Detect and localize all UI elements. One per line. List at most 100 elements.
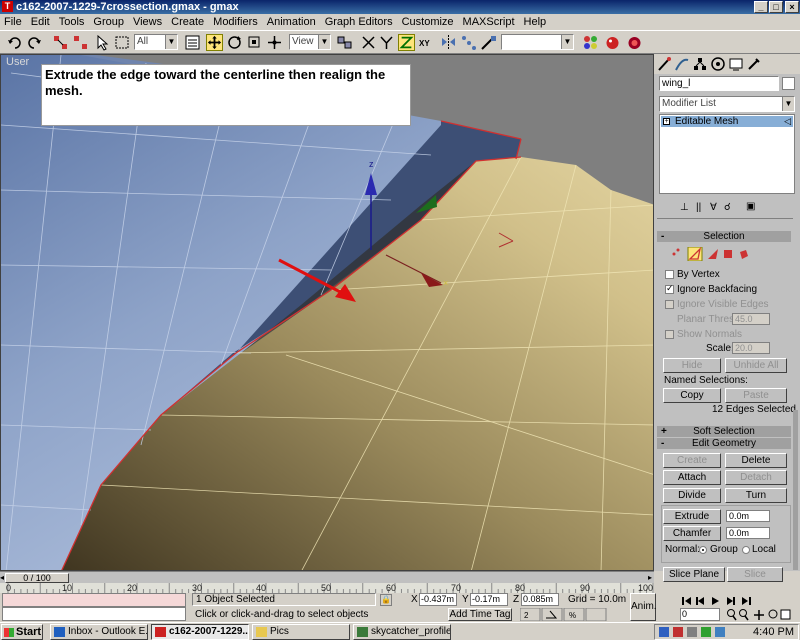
- lock-selection-icon[interactable]: 🔒: [380, 594, 392, 606]
- paste-button[interactable]: Paste: [725, 388, 787, 403]
- menu-create[interactable]: Create: [171, 16, 204, 28]
- time-slider[interactable]: 0 / 100 ◂ ▸: [0, 571, 654, 583]
- menu-modifiers[interactable]: Modifiers: [213, 16, 258, 28]
- undo-icon[interactable]: [6, 34, 23, 51]
- select-and-rotate-icon[interactable]: [226, 34, 243, 51]
- pin-stack-icon[interactable]: ⊥: [680, 202, 689, 213]
- select-by-name-icon[interactable]: [184, 34, 201, 51]
- mirror-icon[interactable]: [440, 34, 457, 51]
- minimize-button[interactable]: _: [754, 1, 768, 13]
- show-end-result-icon[interactable]: ||: [696, 202, 701, 213]
- y-coord-field[interactable]: -0.17m: [470, 593, 508, 606]
- create-tab-icon[interactable]: [656, 56, 672, 72]
- unlink-selection-icon[interactable]: [72, 34, 89, 51]
- normal-group-radio[interactable]: [699, 546, 707, 554]
- menu-views[interactable]: Views: [133, 16, 162, 28]
- redo-icon[interactable]: [26, 34, 43, 51]
- restrict-to-z-icon[interactable]: [398, 34, 415, 51]
- anim-mode-toggle[interactable]: Anim.: [630, 593, 657, 621]
- stack-item-editable-mesh[interactable]: + Editable Mesh ◁: [661, 116, 793, 127]
- x-coord-field[interactable]: -0.437m: [419, 593, 457, 606]
- taskbar-item-pics[interactable]: Pics: [252, 624, 350, 640]
- object-color-swatch[interactable]: [782, 77, 795, 90]
- selection-filter-dropdown[interactable]: All ▼: [134, 34, 178, 50]
- expand-plus-icon[interactable]: +: [663, 118, 670, 125]
- menu-graph-editors[interactable]: Graph Editors: [325, 16, 393, 28]
- create-button[interactable]: Create: [663, 453, 721, 468]
- selection-rollout-header[interactable]: - Selection: [657, 231, 791, 242]
- select-and-move-icon[interactable]: [206, 34, 223, 51]
- menu-file[interactable]: File: [4, 16, 22, 28]
- select-and-scale-icon[interactable]: [246, 34, 263, 51]
- display-tab-icon[interactable]: [728, 56, 744, 72]
- render-teapot-icon[interactable]: [604, 34, 621, 51]
- pivot-center-icon[interactable]: [336, 34, 353, 51]
- slice-button[interactable]: Slice: [727, 567, 783, 582]
- network-icon[interactable]: [659, 627, 669, 637]
- tray-app-icon[interactable]: [701, 627, 711, 637]
- copy-button[interactable]: Copy: [663, 388, 721, 403]
- extrude-button[interactable]: Extrude: [663, 509, 721, 524]
- select-and-squash-icon[interactable]: [266, 34, 283, 51]
- add-time-tag-button[interactable]: Add Time Tag: [448, 608, 512, 621]
- z-coord-field[interactable]: 0.085m: [521, 593, 559, 606]
- viewport-label[interactable]: User: [6, 56, 29, 68]
- remove-modifier-icon[interactable]: ☌: [724, 202, 731, 213]
- maxscript-listener-input[interactable]: [2, 607, 186, 621]
- menu-tools[interactable]: Tools: [59, 16, 85, 28]
- material-editor-icon[interactable]: [582, 34, 599, 51]
- by-vertex-checkbox[interactable]: [665, 270, 674, 279]
- modify-tab-icon[interactable]: [674, 56, 690, 72]
- array-icon[interactable]: [460, 34, 477, 51]
- command-panel-scrollbar[interactable]: [793, 410, 798, 570]
- taskbar-item-gmax[interactable]: c162-2007-1229...: [151, 624, 249, 640]
- taskbar-item-skycatcher[interactable]: skycatcher_profile...: [353, 624, 451, 640]
- restrict-to-x-icon[interactable]: [360, 34, 377, 51]
- menu-animation[interactable]: Animation: [267, 16, 316, 28]
- select-region-icon[interactable]: [114, 34, 131, 51]
- select-object-icon[interactable]: [94, 34, 111, 51]
- wing-mesh-render[interactable]: z ×: [1, 55, 654, 571]
- reference-coordinate-dropdown[interactable]: View ▼: [289, 34, 331, 50]
- start-button[interactable]: Start: [1, 624, 43, 640]
- antivirus-icon[interactable]: [673, 627, 683, 637]
- show-normals-checkbox[interactable]: [665, 330, 674, 339]
- extrude-amount-spinner[interactable]: 0.0m: [726, 510, 770, 522]
- perspective-viewport[interactable]: z × User Extrude the edge toward the cen…: [0, 54, 654, 571]
- slider-right-arrow-icon[interactable]: ▸: [648, 573, 652, 582]
- menu-help[interactable]: Help: [524, 16, 547, 28]
- maxscript-listener-output[interactable]: [2, 593, 186, 607]
- slider-left-arrow-icon[interactable]: ◂: [0, 573, 4, 582]
- display-icon[interactable]: [715, 627, 725, 637]
- soft-selection-rollout-header[interactable]: + Soft Selection: [657, 426, 791, 437]
- select-and-link-icon[interactable]: [52, 34, 69, 51]
- normals-scale-spinner[interactable]: 20.0: [732, 342, 770, 354]
- hierarchy-tab-icon[interactable]: [692, 56, 708, 72]
- maximize-button[interactable]: □: [769, 1, 783, 13]
- hide-button[interactable]: Hide: [663, 358, 721, 373]
- motion-tab-icon[interactable]: [710, 56, 726, 72]
- make-unique-icon[interactable]: ∀: [710, 202, 717, 213]
- close-button[interactable]: ×: [785, 1, 799, 13]
- chamfer-button[interactable]: Chamfer: [663, 526, 721, 541]
- named-selection-dropdown[interactable]: ▼: [501, 34, 574, 50]
- taskbar-item-outlook[interactable]: Inbox - Outlook E...: [50, 624, 148, 640]
- menu-customize[interactable]: Customize: [402, 16, 454, 28]
- quick-render-icon[interactable]: [626, 34, 643, 51]
- edit-geometry-rollout-header[interactable]: - Edit Geometry: [657, 438, 791, 449]
- utilities-tab-icon[interactable]: [746, 56, 762, 72]
- unhide-all-button[interactable]: Unhide All: [725, 358, 787, 373]
- volume-icon[interactable]: [687, 627, 697, 637]
- turn-button[interactable]: Turn: [725, 488, 787, 503]
- ignore-backfacing-checkbox[interactable]: ✓: [665, 283, 674, 294]
- normal-local-radio[interactable]: [742, 546, 750, 554]
- menu-edit[interactable]: Edit: [31, 16, 50, 28]
- divide-button[interactable]: Divide: [663, 488, 721, 503]
- restrict-to-y-icon[interactable]: [378, 34, 395, 51]
- restrict-to-xy-icon[interactable]: XY: [418, 34, 435, 51]
- menu-group[interactable]: Group: [93, 16, 124, 28]
- planar-thresh-spinner[interactable]: 45.0: [732, 313, 770, 325]
- configure-modifier-sets-icon[interactable]: ▣: [746, 201, 755, 212]
- detach-button[interactable]: Detach: [725, 470, 787, 485]
- object-name-field[interactable]: wing_l: [659, 76, 779, 91]
